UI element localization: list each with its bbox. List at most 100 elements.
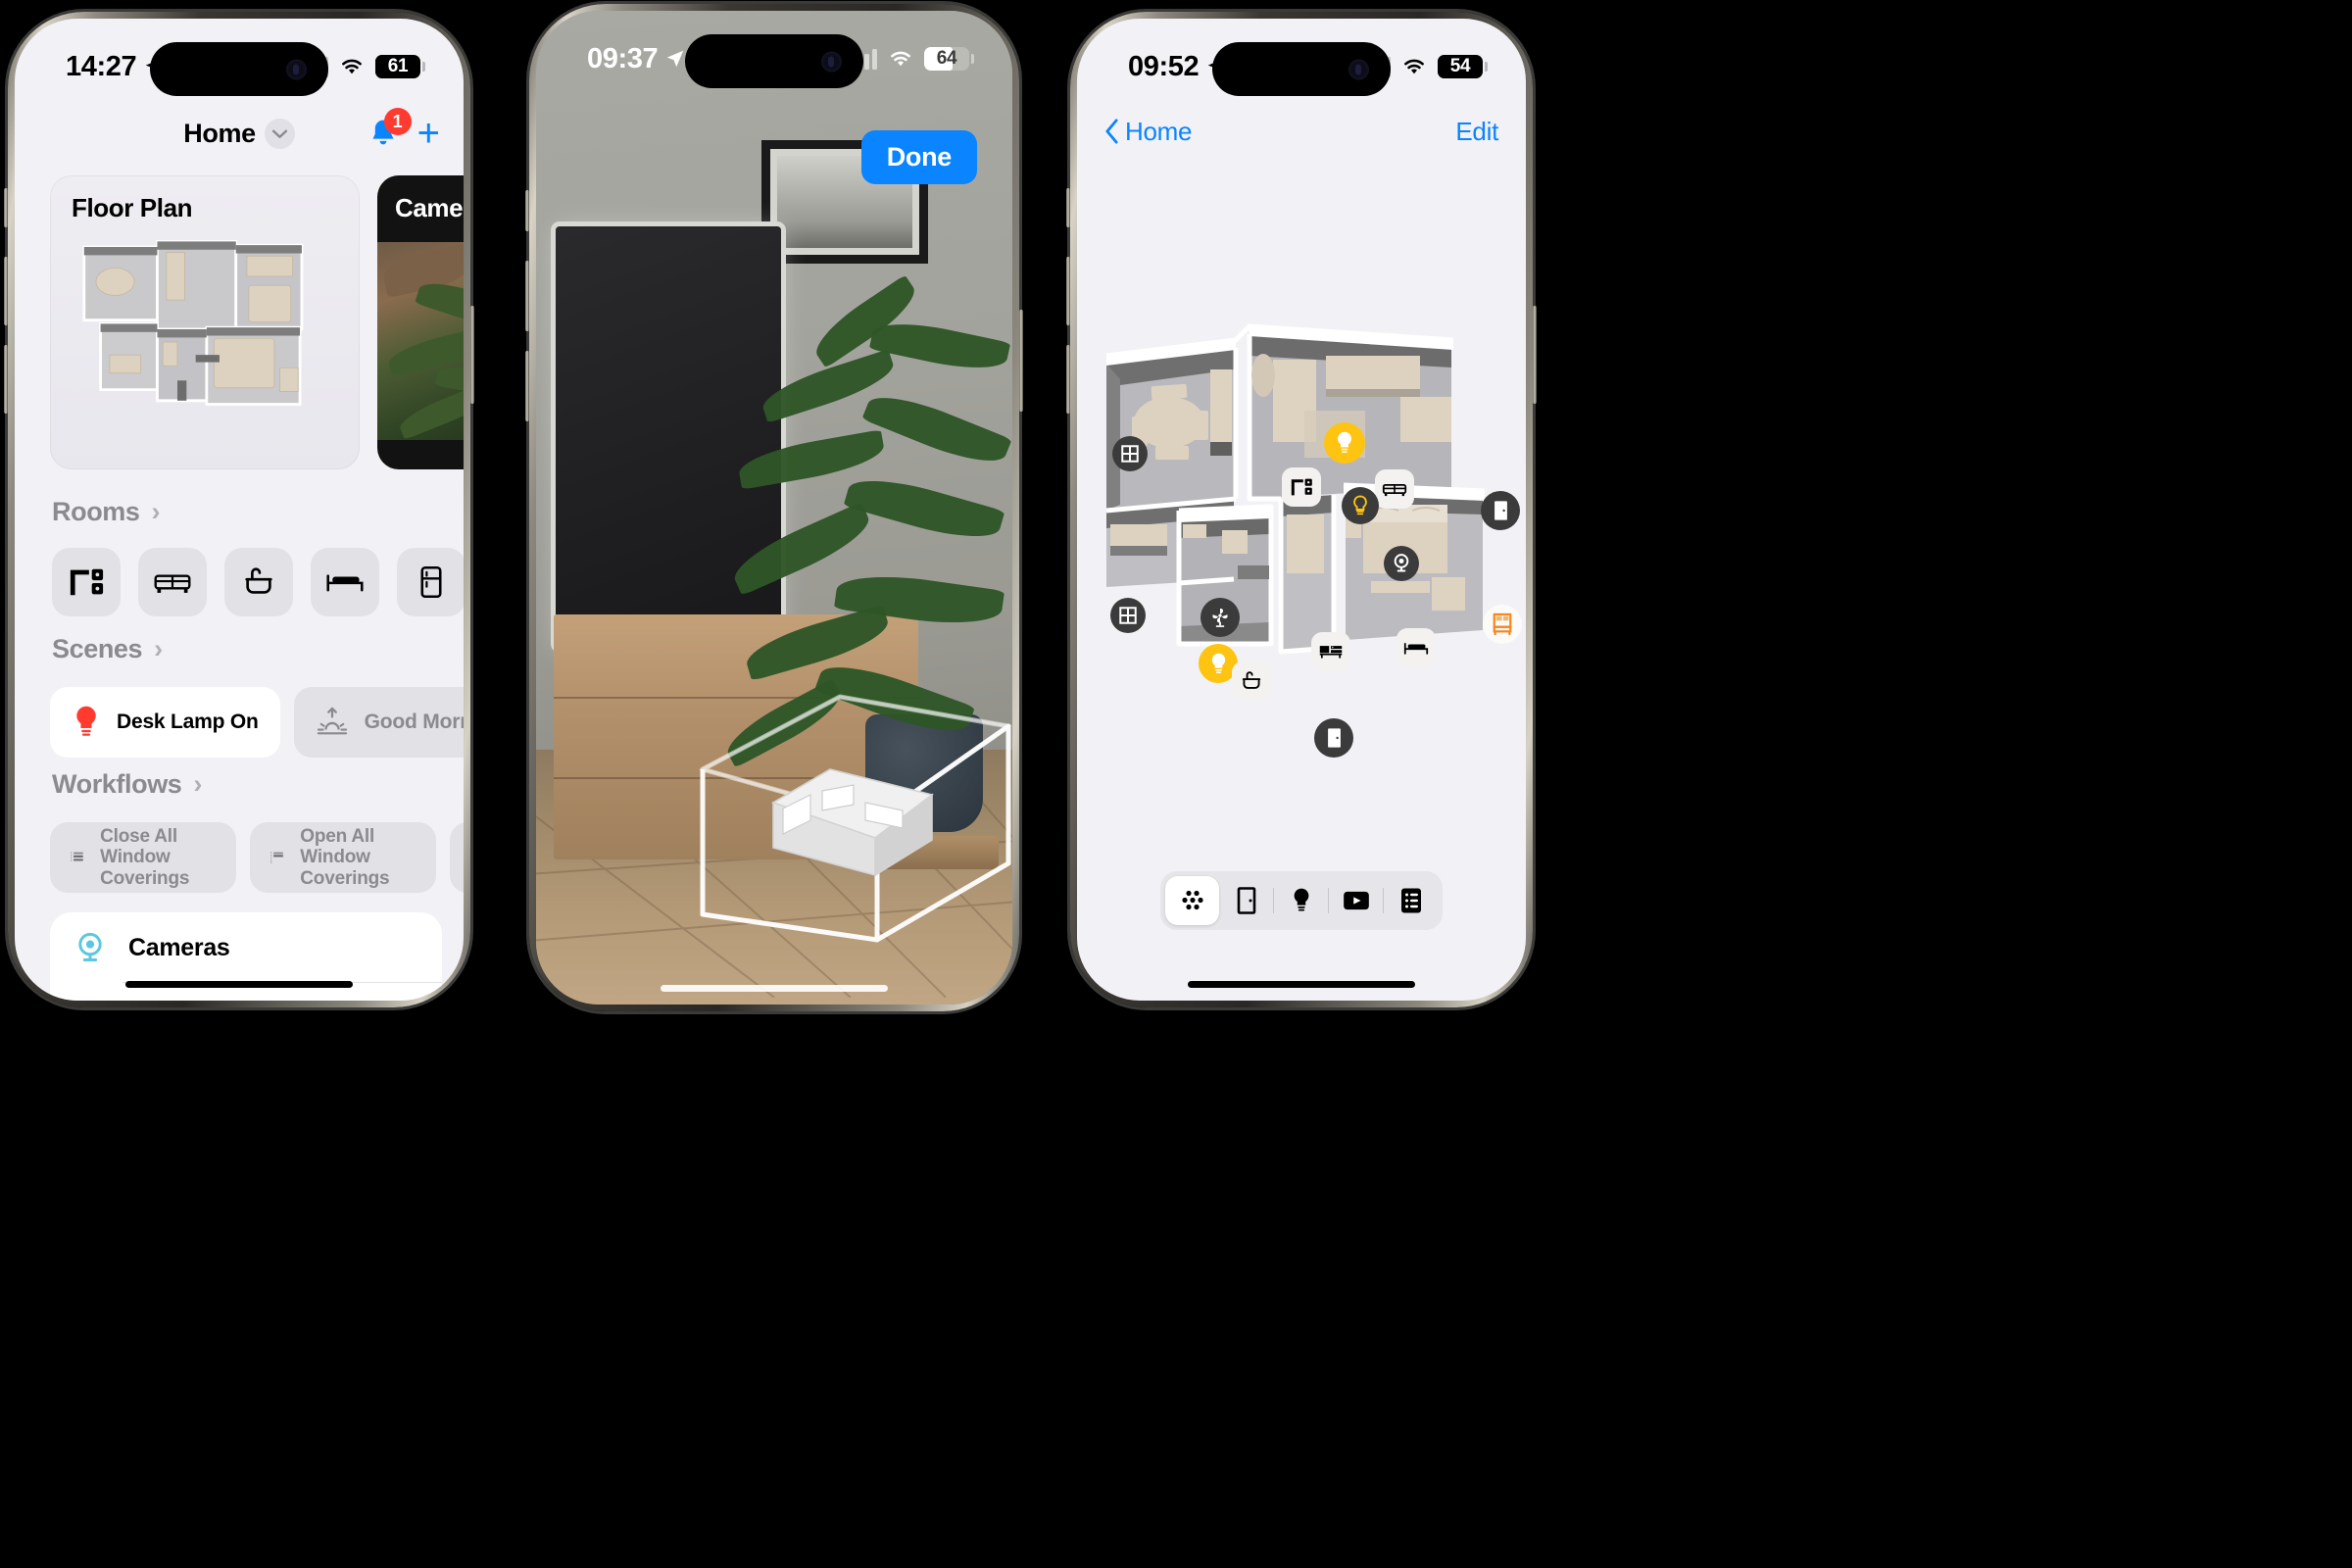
chevron-right-icon: ›	[154, 634, 164, 663]
power-button[interactable]	[1533, 306, 1537, 404]
door-marker[interactable]	[1481, 491, 1520, 530]
workflow-label: Open All Window Coverings	[300, 826, 390, 889]
light-marker[interactable]	[1342, 487, 1379, 524]
mute-switch[interactable]	[1066, 188, 1070, 227]
sunrise-icon	[317, 707, 347, 735]
floor-plan-thumbnail	[82, 240, 304, 406]
battery-level-text: 54	[1449, 56, 1471, 76]
floor-plan-3d[interactable]	[1077, 313, 1526, 758]
workflows-label: Workflows	[52, 769, 182, 799]
volume-down-button[interactable]	[525, 351, 529, 421]
camera-icon	[78, 932, 102, 961]
done-button[interactable]: Done	[860, 130, 977, 184]
list-tab[interactable]	[1384, 876, 1438, 925]
list-item-cameras[interactable]: Cameras	[50, 912, 442, 983]
door-marker[interactable]	[1314, 718, 1353, 758]
battery-indicator: 64	[924, 47, 974, 71]
bathtub-icon	[245, 567, 272, 594]
camera-marker[interactable]	[1384, 546, 1419, 581]
bathtub-marker[interactable]	[1232, 662, 1271, 701]
rooms-tiles-row[interactable]	[52, 548, 464, 616]
list-icon	[1400, 888, 1421, 913]
workflow-card-3[interactable]	[450, 822, 464, 893]
room-tile-kitchen[interactable]	[397, 548, 464, 616]
all-tab[interactable]	[1165, 876, 1219, 925]
blinds-orange-icon	[1493, 612, 1512, 636]
window-icon	[1121, 445, 1139, 463]
chevron-right-icon: ›	[193, 769, 203, 799]
bathtub-icon	[1242, 671, 1261, 689]
power-button[interactable]	[1019, 310, 1023, 412]
sofa-icon	[154, 574, 191, 593]
bed-marker[interactable]	[1396, 628, 1436, 667]
wifi-icon	[891, 51, 910, 67]
scene-card-desk-lamp-on[interactable]: Desk Lamp On	[50, 687, 280, 758]
phone-1-home-app: 14:27 61 Home 1 + Floor Plan Came Rooms …	[4, 12, 474, 1007]
status-indicators: 64	[849, 47, 974, 71]
light-marker[interactable]	[1324, 422, 1365, 464]
lightbulb-icon	[1294, 888, 1308, 911]
home-indicator[interactable]	[661, 985, 888, 992]
desk-icon	[70, 568, 104, 596]
volume-up-button[interactable]	[525, 261, 529, 331]
dynamic-island	[150, 42, 328, 96]
scene-card-good-morning[interactable]: Good Morning	[293, 687, 464, 758]
volume-up-button[interactable]	[1066, 257, 1070, 325]
workflow-card-close-all[interactable]: Close All Window Coverings	[50, 822, 236, 893]
media-tab[interactable]	[1329, 876, 1383, 925]
phone-2-ar-scan: Done 09:37 64	[525, 4, 1023, 1011]
window-marker[interactable]	[1110, 598, 1146, 633]
edit-button[interactable]: Edit	[1455, 117, 1498, 147]
nav-bar-3: Home Edit	[1077, 101, 1526, 162]
lightbulb-icon	[1337, 431, 1352, 453]
room-tile-living[interactable]	[138, 548, 207, 616]
floor-plan-card[interactable]: Floor Plan	[50, 175, 360, 469]
phone-2-screen: Done 09:37 64	[536, 11, 1012, 1004]
sofa-marker[interactable]	[1375, 469, 1414, 509]
desk-icon	[1291, 478, 1312, 496]
room-tile-bathroom[interactable]	[224, 548, 293, 616]
wifi-icon	[342, 59, 362, 74]
sideboard-icon	[1319, 646, 1343, 659]
room-tile-office[interactable]	[52, 548, 121, 616]
location-arrow-icon	[666, 50, 684, 68]
room-tile-bedroom[interactable]	[311, 548, 379, 616]
ar-camera-view[interactable]: Done	[536, 11, 1012, 1004]
battery-level-text: 61	[387, 56, 409, 76]
mute-switch[interactable]	[4, 188, 8, 227]
window-icon	[1119, 607, 1137, 624]
scenes-section-header[interactable]: Scenes ›	[15, 634, 163, 664]
home-indicator[interactable]	[125, 981, 353, 988]
bed-icon	[326, 574, 364, 592]
front-camera-icon	[821, 51, 842, 72]
back-button[interactable]: Home	[1104, 117, 1192, 147]
volume-down-button[interactable]	[1066, 345, 1070, 414]
dynamic-island	[1212, 42, 1391, 96]
blinds-closed-icon	[71, 852, 83, 862]
power-button[interactable]	[470, 306, 474, 404]
filter-toolbar	[1160, 871, 1443, 930]
status-time-text: 09:52	[1128, 50, 1200, 82]
home-indicator[interactable]	[1188, 981, 1415, 988]
workflows-section-header[interactable]: Workflows ›	[15, 769, 202, 800]
workflow-label: Close All Window Coverings	[100, 826, 190, 889]
volume-up-button[interactable]	[4, 257, 8, 325]
doors-tab[interactable]	[1219, 876, 1273, 925]
volume-down-button[interactable]	[4, 345, 8, 414]
desk-marker[interactable]	[1282, 467, 1321, 507]
lightbulb-icon	[1353, 495, 1367, 515]
workflow-card-open-all[interactable]: Open All Window Coverings	[250, 822, 436, 893]
floor-plan-card-title: Floor Plan	[72, 193, 193, 222]
chevron-down-icon[interactable]	[264, 118, 295, 149]
scenes-row: Desk Lamp On Good Morning	[50, 687, 464, 758]
mute-switch[interactable]	[525, 190, 529, 231]
window-marker[interactable]	[1112, 436, 1148, 471]
sideboard-marker[interactable]	[1311, 632, 1350, 671]
lights-tab[interactable]	[1274, 876, 1328, 925]
lightbulb-icon	[1211, 653, 1225, 673]
blinds-marker[interactable]	[1483, 605, 1522, 644]
lightbulb-icon	[76, 706, 96, 736]
camera-card[interactable]: Camera	[377, 175, 464, 469]
fan-marker[interactable]	[1200, 598, 1240, 637]
rooms-section-header[interactable]: Rooms ›	[15, 497, 161, 527]
